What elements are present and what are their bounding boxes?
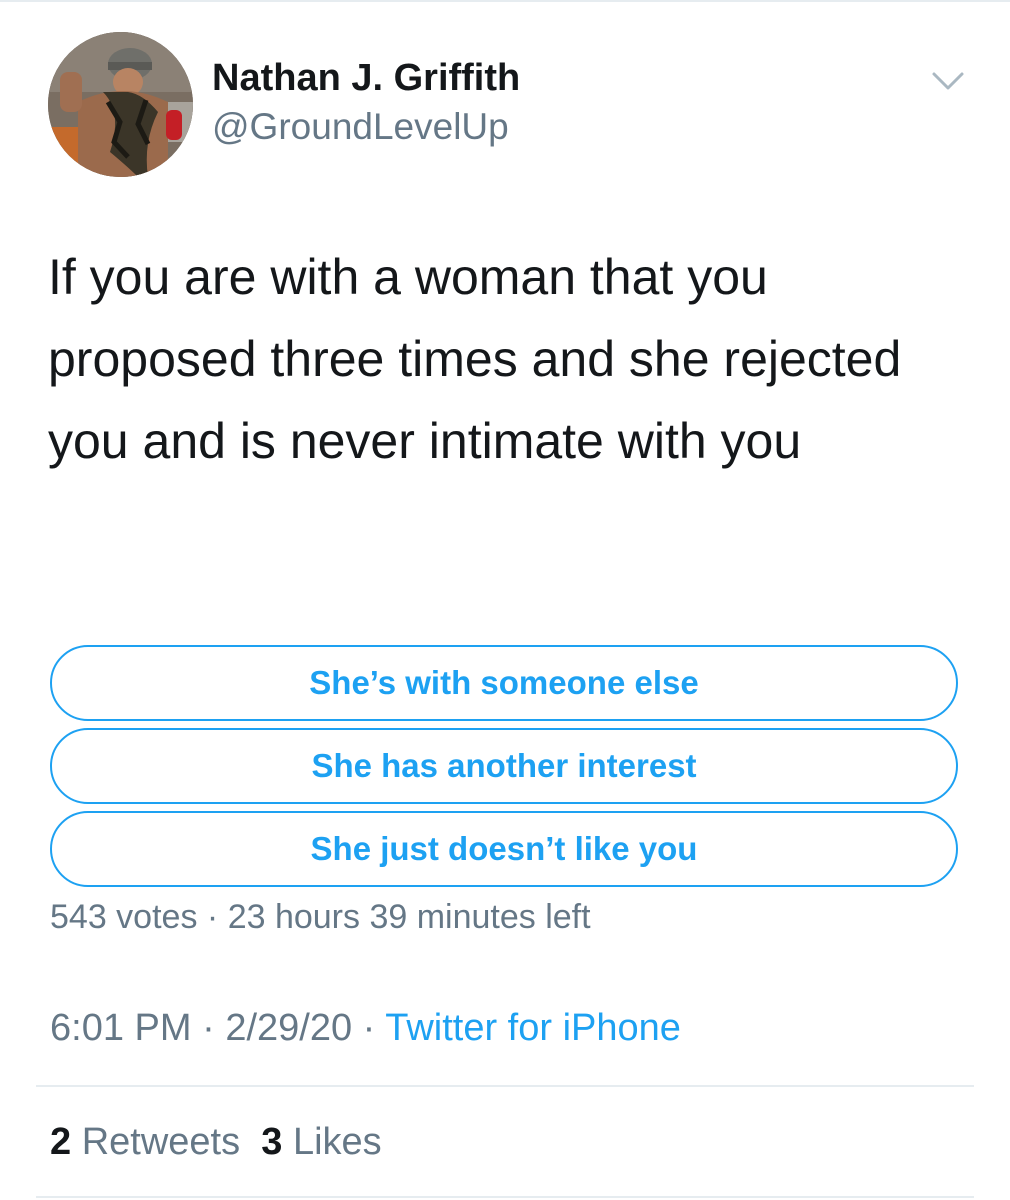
likes-label: Likes bbox=[292, 1121, 382, 1163]
retweets-stat[interactable]: 2 Retweets bbox=[50, 1121, 240, 1163]
poll-option-3[interactable]: She just doesn’t like you bbox=[50, 811, 958, 887]
stats-divider bbox=[36, 1085, 974, 1087]
chevron-down-icon[interactable] bbox=[930, 68, 966, 94]
poll: She’s with someone else She has another … bbox=[50, 645, 958, 894]
profile-photo-icon bbox=[48, 32, 193, 177]
tweet-timestamp: 6:01 PM · 2/29/20 · Twitter for iPhone bbox=[50, 1004, 681, 1052]
avatar[interactable] bbox=[48, 32, 193, 177]
poll-separator: · bbox=[206, 898, 219, 936]
poll-votes: 543 votes bbox=[50, 898, 198, 936]
tweet-text: If you are with a woman that you propose… bbox=[48, 249, 902, 469]
likes-count: 3 bbox=[261, 1121, 283, 1163]
author-handle[interactable]: @GroundLevelUp bbox=[212, 104, 509, 150]
tweet-detail: Nathan J. Griffith @GroundLevelUp If you… bbox=[0, 0, 1010, 1200]
author-name[interactable]: Nathan J. Griffith bbox=[212, 55, 520, 101]
tweet-time[interactable]: 6:01 PM bbox=[50, 1007, 192, 1049]
poll-option-2[interactable]: She has another interest bbox=[50, 728, 958, 804]
likes-stat[interactable]: 3 Likes bbox=[261, 1121, 381, 1163]
poll-option-1[interactable]: She’s with someone else bbox=[50, 645, 958, 721]
poll-status: 543 votes · 23 hours 39 minutes left bbox=[50, 895, 591, 939]
timestamp-separator: · bbox=[362, 1007, 376, 1049]
tweet-stats: 2 Retweets 3 Likes bbox=[50, 1118, 382, 1166]
bottom-divider bbox=[36, 1196, 974, 1198]
tweet-date[interactable]: 2/29/20 bbox=[225, 1007, 352, 1049]
tweet-source-link[interactable]: Twitter for iPhone bbox=[385, 1007, 681, 1049]
retweets-count: 2 bbox=[50, 1121, 72, 1163]
retweets-label: Retweets bbox=[81, 1121, 241, 1163]
poll-time-left: 23 hours 39 minutes left bbox=[227, 898, 591, 936]
timestamp-separator: · bbox=[202, 1007, 215, 1049]
